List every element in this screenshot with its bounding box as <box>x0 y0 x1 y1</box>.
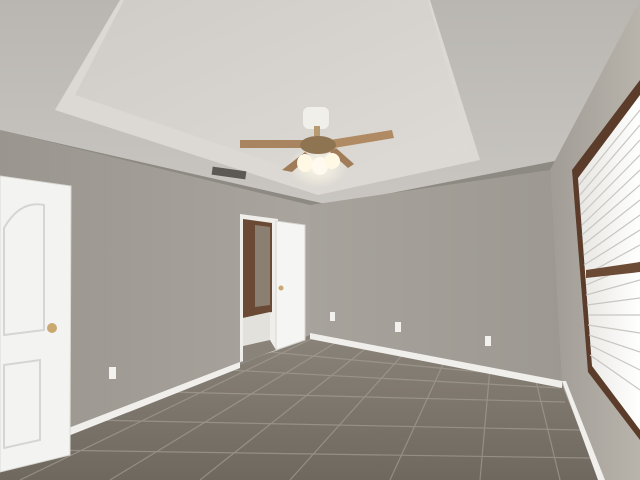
door-knob[interactable] <box>47 323 57 333</box>
bathroom-door-knob[interactable] <box>278 285 284 291</box>
wall-outlet <box>485 336 491 346</box>
open-doorway-to-bathroom[interactable] <box>240 214 306 362</box>
bathroom-door[interactable] <box>275 220 306 351</box>
wall-outlet <box>109 367 116 379</box>
wall-outlet <box>330 312 335 321</box>
fan-motor <box>300 136 336 154</box>
fan-blade <box>240 140 305 148</box>
fan-light-glass <box>324 153 340 169</box>
fan-light-glass <box>297 154 313 172</box>
wall-outlet <box>395 322 401 332</box>
left-white-door[interactable] <box>0 175 72 473</box>
fan-downrod <box>303 107 329 129</box>
room-photo <box>0 0 640 480</box>
